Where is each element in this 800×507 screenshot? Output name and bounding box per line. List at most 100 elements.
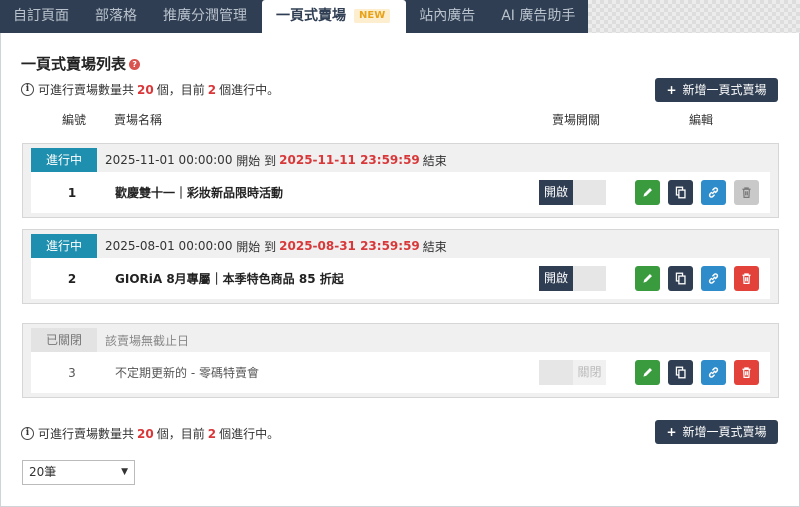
- help-icon[interactable]: ?: [129, 59, 141, 70]
- add-store-button-bottom[interactable]: + 新增一頁式賣場: [655, 420, 778, 444]
- status-badge: 進行中: [31, 234, 97, 258]
- pencil-icon: [643, 368, 652, 377]
- edit-button[interactable]: [635, 180, 660, 205]
- copy-icon: [675, 272, 686, 285]
- main-panel: 一頁式賣場列表? i 可進行賣場數量共 20 個，目前 2 個進行中。 + 新增一…: [0, 33, 800, 507]
- toggle-track: [573, 266, 606, 291]
- tab-affiliate[interactable]: 推廣分潤管理: [150, 0, 262, 33]
- link-icon: [708, 273, 719, 284]
- quota-mid: 個，目前: [156, 427, 205, 441]
- trash-icon: [742, 367, 751, 378]
- add-store-label: 新增一頁式賣場: [682, 425, 767, 439]
- trash-icon: [742, 187, 751, 198]
- quota-info-bottom: i 可進行賣場數量共 20 個，目前 2 個進行中。: [21, 425, 279, 442]
- status-badge: 已關閉: [31, 328, 97, 352]
- page-size-select[interactable]: 20筆 ▼: [22, 460, 135, 485]
- trash-icon: [742, 273, 751, 284]
- plus-icon: +: [666, 425, 677, 439]
- delete-button[interactable]: [734, 266, 759, 291]
- toggle-on-label: 開啟: [539, 266, 573, 291]
- toggle-track: [573, 180, 606, 205]
- add-store-label: 新增一頁式賣場: [682, 83, 767, 97]
- quota-prefix: 可進行賣場數量共: [38, 427, 135, 441]
- start-date: 2025-08-01 00:00:00: [105, 239, 233, 253]
- link-button[interactable]: [701, 360, 726, 385]
- no-end-date-note: 該賣場無截止日: [105, 333, 190, 348]
- to-word: 到: [264, 153, 277, 168]
- copy-icon: [675, 186, 686, 199]
- end-word: 結束: [422, 153, 447, 168]
- toggle-track: [539, 360, 573, 385]
- page-title-text: 一頁式賣場列表: [21, 55, 127, 73]
- store-toggle[interactable]: 開啟: [539, 180, 606, 205]
- info-icon: i: [21, 427, 34, 440]
- copy-button[interactable]: [668, 360, 693, 385]
- pencil-icon: [643, 188, 652, 197]
- link-icon: [708, 187, 719, 198]
- pencil-icon: [643, 274, 652, 283]
- store-card-2: 進行中 2025-08-01 00:00:00 開始 到 2025-08-31 …: [22, 229, 779, 304]
- delete-button-disabled[interactable]: [734, 180, 759, 205]
- store-row: 3 不定期更新的 - 零碼特賣會 關閉: [31, 352, 770, 393]
- store-name: GIORiA 8月專屬｜本季特色商品 85 折起: [115, 272, 344, 286]
- toggle-on-label: 開啟: [539, 180, 573, 205]
- link-button[interactable]: [701, 180, 726, 205]
- link-button[interactable]: [701, 266, 726, 291]
- tab-one-page-store-label: 一頁式賣場: [276, 8, 346, 24]
- tab-ai-ads[interactable]: AI 廣告助手: [488, 0, 588, 33]
- store-card-3: 已關閉 該賣場無截止日 3 不定期更新的 - 零碼特賣會 關閉: [22, 323, 779, 398]
- page-size-value: 20筆: [29, 465, 57, 479]
- new-badge: NEW: [354, 9, 391, 23]
- store-number: 1: [67, 185, 77, 200]
- store-card-header: 進行中 2025-08-01 00:00:00 開始 到 2025-08-31 …: [31, 234, 770, 258]
- col-head-no: 編號: [62, 113, 87, 127]
- page-title: 一頁式賣場列表?: [21, 53, 141, 74]
- to-word: 到: [264, 239, 277, 254]
- store-toggle[interactable]: 開啟: [539, 266, 606, 291]
- store-number: 2: [67, 271, 77, 286]
- toggle-off-label: 關閉: [573, 360, 606, 385]
- store-number: 3: [68, 365, 76, 380]
- tab-one-page-store[interactable]: 一頁式賣場 NEW: [262, 0, 407, 33]
- quota-total: 20: [137, 426, 154, 441]
- edit-button[interactable]: [635, 266, 660, 291]
- add-store-button-top[interactable]: + 新增一頁式賣場: [655, 78, 778, 102]
- store-card-1: 進行中 2025-11-01 00:00:00 開始 到 2025-11-11 …: [22, 143, 779, 218]
- quota-mid: 個，目前: [156, 83, 205, 97]
- delete-button[interactable]: [734, 360, 759, 385]
- store-name: 歡慶雙十一｜彩妝新品限時活動: [115, 186, 284, 200]
- quota-total: 20: [137, 82, 154, 97]
- quota-suffix: 個進行中。: [219, 427, 280, 441]
- store-toggle[interactable]: 關閉: [539, 360, 606, 385]
- end-date: 2025-08-31 23:59:59: [279, 239, 420, 253]
- store-name: 不定期更新的 - 零碼特賣會: [115, 366, 259, 380]
- store-card-header: 進行中 2025-11-01 00:00:00 開始 到 2025-11-11 …: [31, 148, 770, 172]
- end-date: 2025-11-11 23:59:59: [279, 153, 420, 167]
- quota-info: i 可進行賣場數量共 20 個，目前 2 個進行中。: [21, 81, 279, 98]
- col-head-edit: 編輯: [689, 113, 714, 127]
- tab-custom-pages[interactable]: 自訂頁面: [0, 0, 82, 33]
- tabs-filler: [588, 0, 800, 33]
- quota-suffix: 個進行中。: [219, 83, 280, 97]
- copy-button[interactable]: [668, 180, 693, 205]
- store-row: 2 GIORiA 8月專屬｜本季特色商品 85 折起 開啟: [31, 258, 770, 299]
- start-date: 2025-11-01 00:00:00: [105, 153, 233, 167]
- start-word: 開始: [236, 239, 261, 254]
- status-badge: 進行中: [31, 148, 97, 172]
- top-tab-bar: 自訂頁面 部落格 推廣分潤管理 一頁式賣場 NEW 站內廣告 AI 廣告助手: [0, 0, 800, 33]
- quota-current: 2: [207, 426, 217, 441]
- tab-blog[interactable]: 部落格: [82, 0, 150, 33]
- plus-icon: +: [666, 83, 677, 97]
- store-row: 1 歡慶雙十一｜彩妝新品限時活動 開啟: [31, 172, 770, 213]
- tab-site-ads[interactable]: 站內廣告: [406, 0, 488, 33]
- store-card-header: 已關閉 該賣場無截止日: [31, 328, 770, 352]
- col-head-toggle: 賣場開關: [552, 113, 601, 127]
- link-icon: [708, 367, 719, 378]
- chevron-down-icon: ▼: [121, 467, 128, 477]
- start-word: 開始: [236, 153, 261, 168]
- quota-prefix: 可進行賣場數量共: [38, 83, 135, 97]
- edit-button[interactable]: [635, 360, 660, 385]
- col-head-name: 賣場名稱: [114, 113, 163, 127]
- copy-button[interactable]: [668, 266, 693, 291]
- info-icon: i: [21, 83, 34, 96]
